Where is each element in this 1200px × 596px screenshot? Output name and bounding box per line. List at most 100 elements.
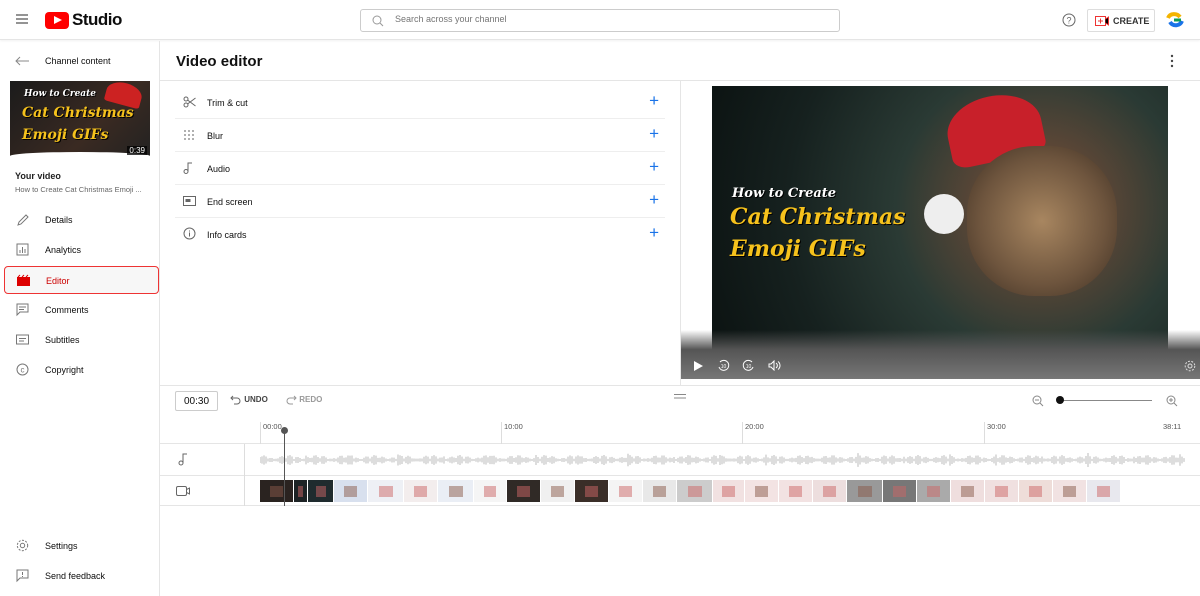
frame-content	[754, 485, 769, 497]
frame-content	[857, 485, 872, 497]
redo-label: REDO	[299, 395, 323, 405]
youtube-logo[interactable]	[45, 12, 69, 29]
volume-icon[interactable]	[768, 360, 781, 371]
tool-blur[interactable]: Blur +	[175, 119, 665, 152]
thumb-line2: Cat Christmas	[22, 105, 134, 121]
gear-icon[interactable]	[1184, 360, 1196, 372]
sidebar-item-subtitles[interactable]: Subtitles	[4, 326, 159, 354]
create-button[interactable]: CREATE	[1087, 9, 1155, 32]
video-thumbnail[interactable]: How to Create Cat Christmas Emoji GIFs 0…	[10, 81, 150, 160]
nav-label: Send feedback	[45, 571, 106, 581]
svg-text:c: c	[21, 366, 25, 375]
tool-info-cards[interactable]: Info cards +	[175, 218, 665, 251]
video-frame-thumb	[883, 480, 917, 502]
video-frame-thumb	[745, 480, 779, 502]
cat-shape	[967, 146, 1117, 296]
preview-line3: Emoji GIFs	[730, 236, 866, 262]
frame-content	[448, 485, 463, 497]
video-frame-thumb	[308, 480, 334, 502]
sidebar-item-feedback[interactable]: Send feedback	[4, 562, 159, 590]
subtitles-icon	[16, 334, 29, 345]
video-frames	[260, 480, 1186, 502]
video-preview[interactable]: How to Create Cat Christmas Emoji GIFs	[712, 86, 1168, 358]
time-input[interactable]: 00:30	[175, 391, 218, 411]
your-video-label: Your video	[15, 171, 61, 181]
ruler-tick: 00:00	[260, 422, 282, 444]
help-icon[interactable]: ?	[1062, 13, 1076, 27]
playhead[interactable]	[284, 430, 285, 506]
ruler-tick: 10:00	[501, 422, 523, 444]
more-options-icon[interactable]	[1170, 54, 1174, 68]
video-frame-thumb	[985, 480, 1019, 502]
redo-button[interactable]: REDO	[285, 395, 322, 405]
video-frame-thumb	[1087, 480, 1121, 502]
zoom-out-icon[interactable]	[1032, 395, 1044, 407]
track-divider	[244, 444, 245, 506]
rewind-10-icon[interactable]: 10	[717, 359, 730, 372]
sidebar-item-analytics[interactable]: Analytics	[4, 236, 159, 264]
editor-header: Video editor	[160, 41, 1200, 81]
frame-content	[1028, 485, 1043, 497]
studio-logo-text: Studio	[72, 10, 122, 29]
channel-avatar[interactable]	[1166, 12, 1184, 28]
video-frame-thumb	[609, 480, 643, 502]
video-title: How to Create Cat Christmas Emoji ...	[15, 185, 142, 194]
nav-label: Analytics	[45, 245, 82, 255]
nav-label: Subtitles	[45, 335, 80, 345]
search-input[interactable]	[395, 14, 815, 24]
add-icon[interactable]: +	[649, 124, 659, 144]
playhead-knob[interactable]	[281, 427, 288, 434]
timeline-ruler[interactable]: 00:00 10:00 20:00 30:00 38:11	[160, 416, 1200, 444]
channel-content-link[interactable]: Channel content	[45, 56, 111, 66]
video-frame-thumb	[779, 480, 813, 502]
zoom-slider[interactable]	[1060, 400, 1152, 401]
video-frame-thumb	[507, 480, 541, 502]
page-title: Video editor	[176, 53, 263, 70]
drag-handle-icon[interactable]	[674, 394, 686, 399]
video-frame-thumb	[1019, 480, 1053, 502]
sidebar-item-details[interactable]: Details	[4, 206, 159, 234]
add-icon[interactable]: +	[649, 91, 659, 111]
menu-icon[interactable]	[16, 14, 28, 24]
frame-content	[926, 485, 941, 497]
zoom-in-icon[interactable]	[1166, 395, 1178, 407]
video-frame-thumb	[575, 480, 609, 502]
info-icon	[183, 227, 196, 240]
video-track[interactable]	[160, 477, 1200, 506]
frame-content	[652, 485, 667, 497]
sidebar-item-editor[interactable]: Editor	[4, 266, 159, 294]
add-icon[interactable]: +	[649, 223, 659, 243]
thumb-line3: Emoji GIFs	[22, 127, 109, 143]
undo-label: UNDO	[244, 395, 268, 405]
nav-label: Details	[45, 215, 73, 225]
tool-trim[interactable]: Trim & cut +	[175, 86, 665, 119]
video-camera-icon	[176, 486, 190, 496]
frame-content	[483, 485, 497, 497]
undo-button[interactable]: UNDO	[230, 395, 268, 405]
forward-10-icon[interactable]: 10	[742, 359, 755, 372]
end-screen-icon	[183, 196, 196, 206]
zoom-slider-thumb[interactable]	[1056, 396, 1064, 404]
tool-audio[interactable]: Audio +	[175, 152, 665, 185]
frame-content	[413, 485, 428, 497]
sidebar-item-settings[interactable]: Settings	[4, 532, 159, 560]
frame-content	[722, 485, 735, 497]
sidebar-item-comments[interactable]: Comments	[4, 296, 159, 324]
video-frame-thumb	[368, 480, 404, 502]
back-arrow-icon[interactable]	[15, 56, 29, 66]
add-icon[interactable]: +	[649, 157, 659, 177]
clapperboard-icon	[17, 274, 30, 286]
play-icon[interactable]	[694, 361, 703, 371]
nav-label: Comments	[45, 305, 89, 315]
search-box[interactable]	[360, 9, 840, 32]
audio-track[interactable]	[160, 445, 1200, 476]
video-frame-thumb	[334, 480, 368, 502]
sidebar-item-copyright[interactable]: c Copyright	[4, 356, 159, 384]
svg-text:10: 10	[721, 364, 727, 370]
frame-content	[892, 485, 907, 497]
frame-content	[788, 485, 803, 497]
frame-content	[960, 485, 975, 497]
tool-end-screen[interactable]: End screen +	[175, 185, 665, 218]
video-frame-thumb	[294, 480, 308, 502]
add-icon[interactable]: +	[649, 190, 659, 210]
